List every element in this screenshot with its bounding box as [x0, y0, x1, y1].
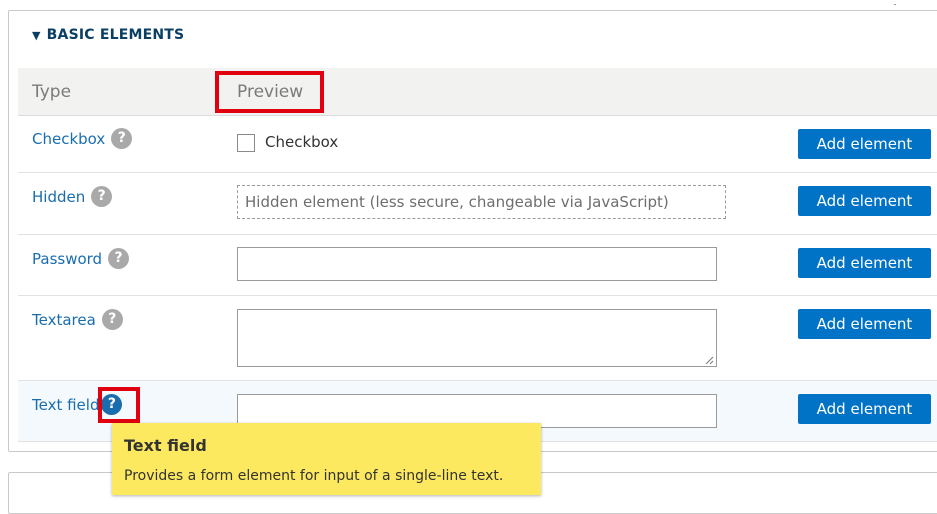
- type-label: Password: [32, 249, 103, 268]
- table-row: Hidden ? Hidden element (less secure, ch…: [18, 173, 937, 235]
- section-header[interactable]: ▼ BASIC ELEMENTS: [32, 27, 184, 43]
- tooltip-body: Provides a form element for input of a s…: [124, 468, 504, 484]
- help-icon[interactable]: ?: [101, 309, 123, 330]
- tooltip-title: Text field: [124, 436, 207, 455]
- type-link-hidden[interactable]: Hidden ?: [32, 186, 113, 207]
- password-field-preview[interactable]: [237, 247, 717, 281]
- type-label: Text field: [32, 395, 100, 414]
- decorative-dot: [894, 4, 896, 5]
- add-element-button[interactable]: Add element: [798, 129, 931, 159]
- hidden-element-preview: Hidden element (less secure, changeable …: [237, 185, 726, 219]
- section-title: BASIC ELEMENTS: [46, 27, 185, 43]
- triangle-down-icon: ▼: [32, 29, 41, 42]
- checkbox-preview[interactable]: [237, 134, 255, 152]
- type-label: Textarea: [32, 310, 96, 329]
- type-link-password[interactable]: Password ?: [32, 248, 130, 269]
- add-element-button[interactable]: Add element: [798, 309, 931, 339]
- textarea-preview[interactable]: [237, 309, 717, 367]
- help-icon[interactable]: ?: [91, 186, 113, 207]
- type-label: Checkbox: [32, 129, 106, 148]
- add-element-button[interactable]: Add element: [798, 248, 931, 278]
- add-element-button[interactable]: Add element: [798, 186, 931, 216]
- table-row: Password ? Add element: [18, 235, 937, 296]
- highlight-box-preview: [215, 71, 324, 113]
- table-row: Textarea ? Add element: [18, 296, 937, 381]
- help-tooltip: Text field Provides a form element for i…: [112, 423, 541, 495]
- resize-handle-icon[interactable]: [705, 356, 714, 365]
- help-icon[interactable]: ?: [108, 248, 130, 269]
- table-row: Checkbox ? Checkbox Add element: [18, 116, 937, 173]
- table-header: Type Preview: [18, 68, 937, 116]
- column-header-type: Type: [32, 82, 72, 102]
- checkbox-preview-label: Checkbox: [265, 133, 339, 151]
- type-label: Hidden: [32, 187, 86, 206]
- type-link-textarea[interactable]: Textarea ?: [32, 309, 123, 330]
- highlight-box-help: [98, 387, 140, 423]
- help-icon[interactable]: ?: [111, 128, 133, 149]
- add-element-button[interactable]: Add element: [798, 394, 931, 424]
- type-link-checkbox[interactable]: Checkbox ?: [32, 128, 133, 149]
